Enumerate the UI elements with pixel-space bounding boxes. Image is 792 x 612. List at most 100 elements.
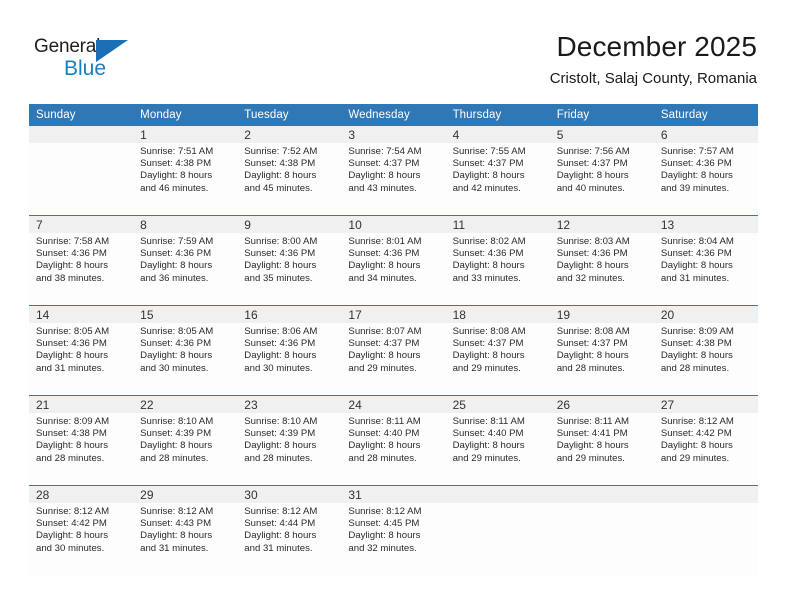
- day-cell-number[interactable]: 15: [133, 306, 238, 323]
- day-cell-number[interactable]: 13: [653, 216, 758, 233]
- sunrise-text: Sunrise: 8:10 AM: [140, 416, 214, 427]
- day-cell-number[interactable]: 26: [549, 396, 654, 413]
- day-cell-number[interactable]: 18: [445, 306, 550, 323]
- daylight-text-line1: Daylight: 8 hours: [660, 170, 733, 182]
- sunset-text: Sunset: 4:36 PM: [660, 248, 732, 260]
- day-cell-number[interactable]: 16: [237, 306, 342, 323]
- sunset-text: Sunset: 4:38 PM: [36, 428, 107, 440]
- sunrise-text: Sunrise: 8:11 AM: [556, 416, 630, 427]
- daylight-text-line2: and 30 minutes.: [140, 362, 209, 374]
- daylight-text-line1: Daylight: 8 hours: [452, 350, 525, 362]
- daylight-text-line1: Daylight: 8 hours: [348, 260, 421, 272]
- weekday-header-tuesday: Tuesday: [237, 104, 342, 126]
- day-cell-number[interactable]: [653, 486, 758, 503]
- day-cell-number[interactable]: 3: [341, 126, 446, 143]
- day-cell-details: Sunrise: 8:05 AM Sunset: 4:36 PM Dayligh…: [133, 323, 238, 395]
- day-cell-number[interactable]: 5: [549, 126, 654, 143]
- day-cell-details: Sunrise: 7:54 AM Sunset: 4:37 PM Dayligh…: [341, 143, 446, 215]
- daylight-text-line2: and 31 minutes.: [244, 542, 313, 554]
- daylight-text-line2: and 28 minutes.: [660, 362, 730, 374]
- day-cell-number[interactable]: 22: [133, 396, 238, 413]
- daylight-text-line1: Daylight: 8 hours: [348, 530, 421, 542]
- day-cell-number[interactable]: 2: [237, 126, 342, 143]
- sunset-text: Sunset: 4:38 PM: [140, 158, 212, 170]
- day-cell-number[interactable]: 12: [549, 216, 654, 233]
- sunrise-text: Sunrise: 8:05 AM: [36, 326, 110, 337]
- day-cell-details: Sunrise: 8:07 AM Sunset: 4:37 PM Dayligh…: [341, 323, 446, 395]
- day-cell-number[interactable]: 24: [341, 396, 446, 413]
- day-cell-details: Sunrise: 8:01 AM Sunset: 4:36 PM Dayligh…: [341, 233, 446, 305]
- sunset-text: Sunset: 4:36 PM: [140, 338, 212, 350]
- day-cell-number[interactable]: 11: [445, 216, 550, 233]
- weekday-header-sunday: Sunday: [29, 104, 134, 126]
- day-cell-number[interactable]: 28: [29, 486, 134, 503]
- day-cell-details: Sunrise: 8:00 AM Sunset: 4:36 PM Dayligh…: [237, 233, 342, 305]
- day-cell-details: Sunrise: 7:52 AM Sunset: 4:38 PM Dayligh…: [237, 143, 342, 215]
- sunrise-text: Sunrise: 8:12 AM: [348, 506, 422, 517]
- sunset-text: Sunset: 4:36 PM: [36, 248, 107, 260]
- sunset-text: Sunset: 4:39 PM: [244, 428, 316, 440]
- sunrise-text: Sunrise: 7:57 AM: [660, 146, 734, 157]
- daylight-text-line2: and 29 minutes.: [660, 452, 730, 464]
- day-cell-number[interactable]: 6: [653, 126, 758, 143]
- daylight-text-line2: and 28 minutes.: [556, 362, 625, 374]
- day-cell-number[interactable]: 19: [549, 306, 654, 323]
- week-5-details: Sunrise: 8:12 AM Sunset: 4:42 PM Dayligh…: [29, 503, 758, 575]
- day-cell-details: [549, 503, 654, 575]
- day-cell-number[interactable]: [549, 486, 654, 503]
- day-cell-number[interactable]: 27: [653, 396, 758, 413]
- day-cell-number[interactable]: 4: [445, 126, 550, 143]
- calendar-head: Sunday Monday Tuesday Wednesday Thursday…: [29, 104, 758, 126]
- sunrise-text: Sunrise: 8:08 AM: [452, 326, 526, 337]
- day-cell-number[interactable]: 8: [133, 216, 238, 233]
- daylight-text-line2: and 39 minutes.: [660, 182, 730, 194]
- day-cell-details: Sunrise: 8:12 AM Sunset: 4:45 PM Dayligh…: [341, 503, 446, 575]
- calendar-body: 1 2 3 4 5 6 Sunrise: 7:51 AM Sunset: 4:3…: [29, 126, 758, 575]
- sunset-text: Sunset: 4:37 PM: [556, 158, 628, 170]
- daylight-text-line2: and 33 minutes.: [452, 272, 521, 284]
- day-cell-number[interactable]: 20: [653, 306, 758, 323]
- day-cell-details: [653, 503, 758, 575]
- sunrise-text: Sunrise: 8:07 AM: [348, 326, 422, 337]
- day-cell-details: [445, 503, 550, 575]
- logo-text-blue: Blue: [64, 57, 107, 80]
- day-cell-details: Sunrise: 7:56 AM Sunset: 4:37 PM Dayligh…: [549, 143, 654, 215]
- daylight-text-line2: and 32 minutes.: [348, 542, 417, 554]
- weekday-header-friday: Friday: [549, 104, 654, 126]
- daylight-text-line2: and 31 minutes.: [140, 542, 209, 554]
- day-cell-number[interactable]: 10: [341, 216, 446, 233]
- sunset-text: Sunset: 4:36 PM: [348, 248, 420, 260]
- daylight-text-line2: and 28 minutes.: [348, 452, 417, 464]
- daylight-text-line2: and 40 minutes.: [556, 182, 625, 194]
- day-cell-number[interactable]: 30: [237, 486, 342, 503]
- week-4-daynumbers: 21 22 23 24 25 26 27: [29, 396, 758, 413]
- daylight-text-line2: and 30 minutes.: [36, 542, 105, 554]
- sunrise-text: Sunrise: 8:00 AM: [244, 236, 318, 247]
- day-cell-number[interactable]: 17: [341, 306, 446, 323]
- daylight-text-line2: and 36 minutes.: [140, 272, 209, 284]
- day-cell-number[interactable]: 23: [237, 396, 342, 413]
- daylight-text-line1: Daylight: 8 hours: [660, 350, 733, 362]
- daylight-text-line1: Daylight: 8 hours: [36, 530, 108, 542]
- day-cell-number[interactable]: 31: [341, 486, 446, 503]
- sunset-text: Sunset: 4:37 PM: [556, 338, 628, 350]
- day-cell-details: Sunrise: 8:12 AM Sunset: 4:42 PM Dayligh…: [29, 503, 134, 575]
- generalblue-logo[interactable]: General Blue: [34, 36, 144, 82]
- daylight-text-line1: Daylight: 8 hours: [244, 260, 317, 272]
- day-cell-number[interactable]: 1: [133, 126, 238, 143]
- day-cell-number[interactable]: 25: [445, 396, 550, 413]
- day-cell-number[interactable]: 9: [237, 216, 342, 233]
- sunrise-text: Sunrise: 8:01 AM: [348, 236, 422, 247]
- day-cell-number[interactable]: 7: [29, 216, 134, 233]
- week-5-daynumbers: 28 29 30 31: [29, 486, 758, 503]
- daylight-text-line1: Daylight: 8 hours: [452, 440, 525, 452]
- day-cell-number[interactable]: [445, 486, 550, 503]
- day-cell-number[interactable]: 14: [29, 306, 134, 323]
- daylight-text-line2: and 30 minutes.: [244, 362, 313, 374]
- day-cell-details: Sunrise: 8:02 AM Sunset: 4:36 PM Dayligh…: [445, 233, 550, 305]
- day-cell-number[interactable]: 29: [133, 486, 238, 503]
- day-cell-number[interactable]: [29, 126, 134, 143]
- day-cell-number[interactable]: 21: [29, 396, 134, 413]
- sunrise-text: Sunrise: 8:04 AM: [660, 236, 734, 247]
- day-cell-details: Sunrise: 8:12 AM Sunset: 4:42 PM Dayligh…: [653, 413, 758, 485]
